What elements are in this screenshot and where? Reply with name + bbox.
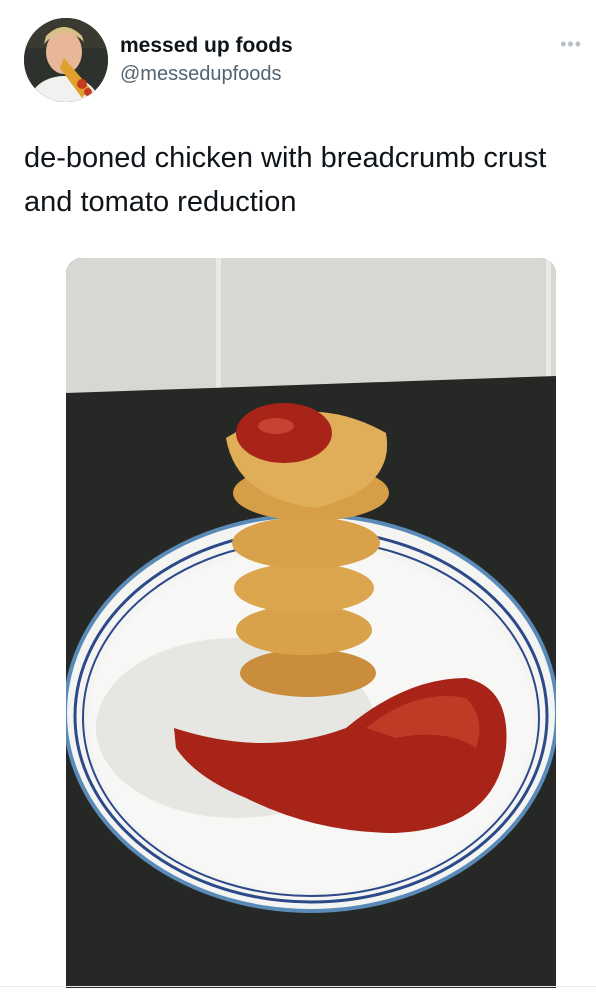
tweet-text: de-boned chicken with breadcrumb crust a… — [24, 142, 547, 218]
food-photo — [66, 258, 556, 988]
author-info[interactable]: messed up foods @messedupfoods — [120, 33, 293, 87]
display-name[interactable]: messed up foods — [120, 33, 293, 59]
more-dots-icon[interactable]: ••• — [560, 34, 582, 55]
user-handle[interactable]: @messedupfoods — [120, 61, 293, 87]
avatar-image — [24, 18, 108, 102]
divider — [0, 986, 596, 987]
avatar[interactable] — [24, 18, 108, 102]
tweet-photo[interactable] — [66, 258, 556, 988]
